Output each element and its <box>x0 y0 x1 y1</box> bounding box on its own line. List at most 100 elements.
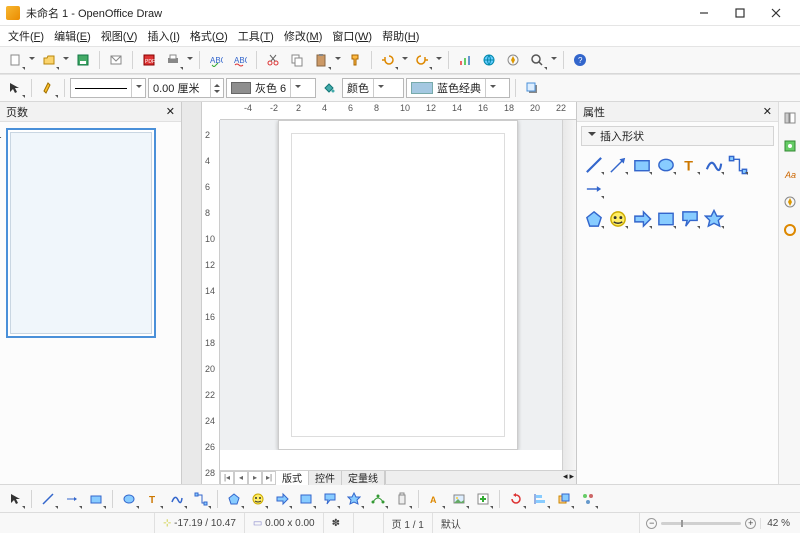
next-tab-button[interactable]: ▸ <box>248 471 262 485</box>
ellipse-icon[interactable] <box>118 488 140 510</box>
menu-i[interactable]: 插入(I) <box>143 26 183 46</box>
arrange-icon[interactable] <box>553 488 575 510</box>
layer-tab[interactable]: 定量线 <box>342 471 385 485</box>
symbol-shapes-icon[interactable] <box>247 488 269 510</box>
menu-t[interactable]: 工具(T) <box>234 26 278 46</box>
email-icon[interactable] <box>105 49 127 71</box>
close-icon[interactable]: ✕ <box>763 105 772 118</box>
panes-icon[interactable] <box>780 108 800 128</box>
navigator-icon[interactable] <box>780 192 800 212</box>
connector-icon[interactable] <box>190 488 212 510</box>
zoom-value[interactable]: 42 % <box>760 518 790 529</box>
hyperlink-icon[interactable] <box>478 49 500 71</box>
curve-icon[interactable] <box>703 154 725 176</box>
menu-m[interactable]: 修改(M) <box>280 26 327 46</box>
vertical-ruler[interactable]: 246810121416182022242628 <box>202 120 220 484</box>
line-width-input[interactable]: 0.00 厘米 <box>148 78 224 98</box>
block-arrows-icon[interactable] <box>271 488 293 510</box>
last-tab-button[interactable]: ▸| <box>262 471 276 485</box>
fontwork-icon[interactable]: A <box>424 488 446 510</box>
gallery-icon[interactable] <box>780 136 800 156</box>
menu-e[interactable]: 编辑(E) <box>50 26 95 46</box>
insert-icon[interactable] <box>472 488 494 510</box>
menu-o[interactable]: 格式(O) <box>186 26 232 46</box>
text-icon[interactable]: T <box>142 488 164 510</box>
color-replacer-icon[interactable] <box>780 220 800 240</box>
horizontal-scrollbar[interactable]: ◂▸ <box>385 471 576 484</box>
auto-spellcheck-icon[interactable]: ABC <box>229 49 251 71</box>
align-icon[interactable] <box>529 488 551 510</box>
save-icon[interactable] <box>72 49 94 71</box>
ellipse-icon[interactable] <box>655 154 677 176</box>
text-icon[interactable]: T <box>679 154 701 176</box>
menu-v[interactable]: 视图(V) <box>97 26 142 46</box>
symbol-shapes-icon[interactable] <box>607 208 629 230</box>
layer-tab[interactable]: 控件 <box>309 471 342 485</box>
arrow-icon[interactable] <box>607 154 629 176</box>
ext-icon[interactable] <box>577 488 599 510</box>
prev-tab-button[interactable]: ◂ <box>234 471 248 485</box>
select-icon[interactable] <box>4 488 26 510</box>
block-arrows-icon[interactable] <box>631 208 653 230</box>
stars-icon[interactable] <box>343 488 365 510</box>
zoom-slider[interactable] <box>661 522 741 525</box>
menu-f[interactable]: 文件(F) <box>4 26 48 46</box>
shadow-icon[interactable] <box>521 77 543 99</box>
insert-shapes-section[interactable]: 插入形状 <box>581 126 774 146</box>
highlight-color-icon[interactable] <box>37 77 59 99</box>
callouts-icon[interactable] <box>319 488 341 510</box>
line-end-icon[interactable] <box>583 178 605 200</box>
glue-icon[interactable] <box>391 488 413 510</box>
fill-type-select[interactable]: 颜色 <box>342 78 404 98</box>
undo-icon[interactable] <box>377 49 399 71</box>
callouts-icon[interactable] <box>679 208 701 230</box>
line-style-select[interactable] <box>70 78 146 98</box>
drawing-canvas[interactable] <box>220 120 576 450</box>
layer-tab[interactable]: 版式 <box>276 471 309 485</box>
connector-icon[interactable] <box>727 154 749 176</box>
line-color-select[interactable]: 灰色 6 <box>226 78 316 98</box>
menu-h[interactable]: 帮助(H) <box>378 26 423 46</box>
spellcheck-icon[interactable]: ABC <box>205 49 227 71</box>
basic-shapes-icon[interactable] <box>223 488 245 510</box>
maximize-button[interactable] <box>722 3 758 23</box>
line-icon[interactable] <box>583 154 605 176</box>
rectangle-icon[interactable] <box>85 488 107 510</box>
fill-color-select[interactable]: 蓝色经典 <box>406 78 510 98</box>
close-icon[interactable]: ✕ <box>166 105 175 118</box>
status-mode[interactable]: 默认 <box>432 513 469 533</box>
print-icon[interactable] <box>162 49 184 71</box>
paste-icon[interactable] <box>310 49 332 71</box>
navigator-icon[interactable] <box>502 49 524 71</box>
image-icon[interactable] <box>448 488 470 510</box>
basic-shapes-icon[interactable] <box>583 208 605 230</box>
menu-w[interactable]: 窗口(W) <box>328 26 376 46</box>
line-end-icon[interactable] <box>61 488 83 510</box>
status-page[interactable]: 页 1 / 1 <box>383 513 432 533</box>
page[interactable] <box>278 120 518 450</box>
new-file-icon[interactable] <box>4 49 26 71</box>
flowchart-icon[interactable] <box>655 208 677 230</box>
page-thumbnail[interactable]: 1 <box>6 128 156 338</box>
stars-icon[interactable] <box>703 208 725 230</box>
cut-icon[interactable] <box>262 49 284 71</box>
flowchart-icon[interactable] <box>295 488 317 510</box>
zoom-out-icon[interactable]: − <box>646 518 657 529</box>
zoom-in-icon[interactable]: + <box>745 518 756 529</box>
export-pdf-icon[interactable]: PDF <box>138 49 160 71</box>
minimize-button[interactable] <box>686 3 722 23</box>
vertical-scrollbar[interactable] <box>562 120 576 470</box>
open-icon[interactable] <box>38 49 60 71</box>
first-tab-button[interactable]: |◂ <box>220 471 234 485</box>
rotate-icon[interactable] <box>505 488 527 510</box>
format-paintbrush-icon[interactable] <box>344 49 366 71</box>
horizontal-ruler[interactable]: -4-2246810121416182022 <box>220 102 576 120</box>
close-button[interactable] <box>758 3 794 23</box>
rectangle-icon[interactable] <box>631 154 653 176</box>
zoom-icon[interactable] <box>526 49 548 71</box>
redo-icon[interactable] <box>411 49 433 71</box>
fill-bucket-icon[interactable] <box>318 77 340 99</box>
help-icon[interactable]: ? <box>569 49 591 71</box>
copy-icon[interactable] <box>286 49 308 71</box>
pointer-icon[interactable] <box>4 77 26 99</box>
